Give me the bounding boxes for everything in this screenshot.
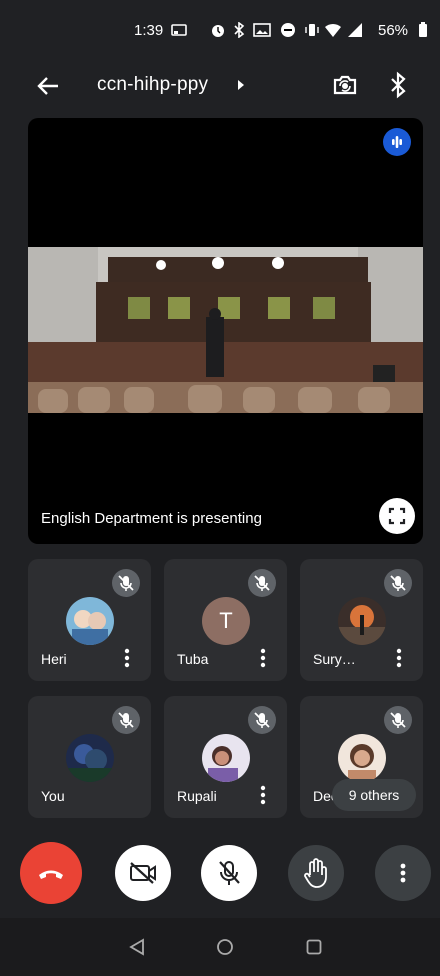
status-bar: 1:39 56% (0, 0, 440, 60)
participant-tile[interactable]: You (28, 696, 151, 818)
avatar-initial: T (219, 608, 233, 633)
camera-off-icon (130, 862, 156, 884)
participant-name: Tuba (177, 651, 209, 667)
status-time: 1:39 (134, 22, 164, 39)
more-options-button[interactable] (375, 845, 431, 901)
wifi-icon (325, 23, 341, 37)
nav-recents-icon[interactable] (305, 938, 323, 956)
more-vert-icon[interactable] (392, 645, 406, 671)
mic-off-icon (384, 569, 412, 597)
mic-off-icon (248, 569, 276, 597)
battery-percent: 56% (378, 22, 409, 39)
system-navbar (0, 918, 440, 976)
shared-screen-video (28, 247, 423, 413)
avatar: T (202, 597, 250, 645)
mic-off-icon (112, 569, 140, 597)
avatar (338, 597, 386, 645)
fullscreen-icon (388, 507, 406, 525)
participant-name: Rupali (177, 788, 217, 804)
avatar (66, 597, 114, 645)
fullscreen-button[interactable] (379, 498, 415, 534)
speaking-indicator-icon (383, 128, 411, 156)
camera-toggle-button[interactable] (115, 845, 171, 901)
participant-tile[interactable]: T Tuba (164, 559, 287, 681)
bluetooth-icon (234, 22, 245, 38)
nav-home-icon[interactable] (216, 938, 234, 956)
arrow-left-icon[interactable] (34, 72, 62, 100)
gallery-icon (253, 23, 271, 37)
mic-off-icon (112, 706, 140, 734)
caret-right-icon[interactable] (236, 79, 246, 91)
raise-hand-button[interactable] (288, 845, 344, 901)
mic-off-icon (219, 861, 240, 885)
participant-name: Sury… (313, 651, 356, 667)
participant-name: Heri (41, 651, 67, 667)
participant-tile[interactable]: Heri (28, 559, 151, 681)
mic-off-icon (248, 706, 276, 734)
switch-camera-icon[interactable] (330, 70, 360, 100)
presenting-label: English Department is presenting (41, 510, 262, 527)
nav-back-icon[interactable] (128, 938, 146, 956)
end-call-icon (39, 870, 63, 879)
end-call-button[interactable] (20, 842, 82, 904)
meeting-code[interactable]: ccn-hihp-ppy (97, 74, 208, 96)
presentation-stage[interactable]: English Department is presenting (28, 118, 423, 544)
raise-hand-icon (304, 858, 327, 888)
avatar (338, 734, 386, 782)
bluetooth-icon[interactable] (388, 70, 408, 100)
mic-off-icon (384, 706, 412, 734)
mic-toggle-button[interactable] (201, 845, 257, 901)
cast-icon (171, 24, 187, 36)
more-vert-icon[interactable] (120, 645, 134, 671)
participant-tile[interactable]: Sury… (300, 559, 423, 681)
more-vert-icon (400, 863, 406, 883)
more-vert-icon[interactable] (256, 645, 270, 671)
meeting-header: ccn-hihp-ppy (0, 60, 440, 110)
avatar (202, 734, 250, 782)
vibrate-icon (305, 24, 319, 36)
others-participants-chip[interactable]: 9 others (332, 779, 416, 811)
participant-name: You (41, 788, 65, 804)
battery-icon (419, 22, 427, 37)
more-vert-icon[interactable] (256, 782, 270, 808)
alarm-icon (212, 25, 224, 37)
dnd-icon (281, 23, 295, 37)
participant-tile[interactable]: Rupali (164, 696, 287, 818)
signal-icon (348, 23, 362, 37)
avatar (66, 734, 114, 782)
